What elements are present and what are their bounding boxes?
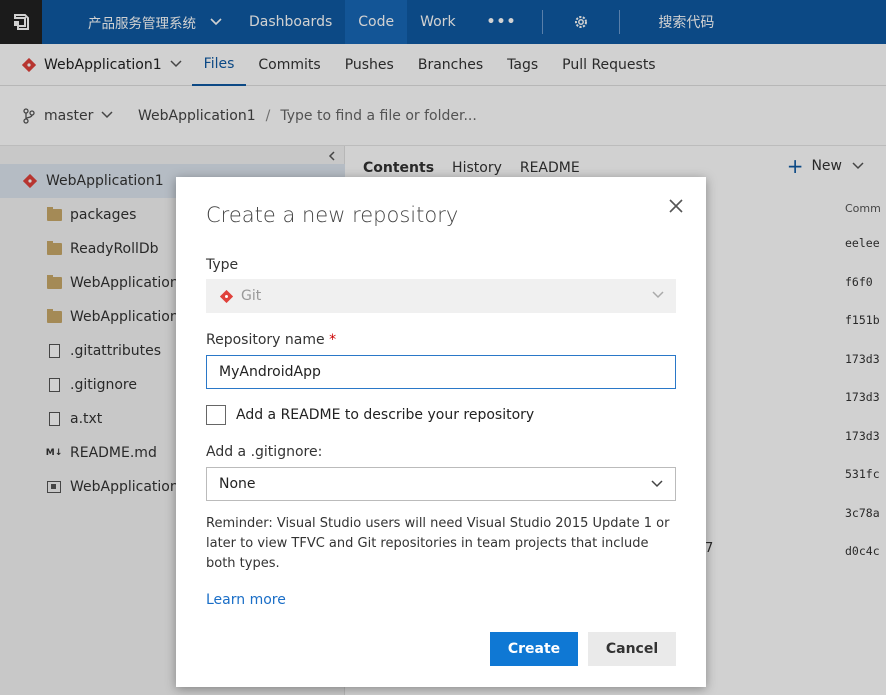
required-marker: *	[329, 332, 337, 348]
gitignore-value: None	[219, 476, 256, 492]
gitignore-select[interactable]: None	[206, 467, 676, 501]
gitignore-label: Add a .gitignore:	[206, 444, 323, 460]
dialog-title: Create a new repository	[206, 203, 459, 227]
chevron-down-icon	[651, 478, 663, 491]
create-button[interactable]: Create	[490, 632, 578, 666]
type-value: Git	[241, 288, 262, 304]
repository-name-input[interactable]	[206, 355, 676, 389]
readme-checkbox[interactable]	[206, 405, 226, 425]
git-icon	[220, 289, 233, 303]
type-select: Git	[206, 279, 676, 313]
repository-name-label-text: Repository name	[206, 332, 325, 348]
learn-more-link[interactable]: Learn more	[206, 592, 286, 608]
cancel-button[interactable]: Cancel	[588, 632, 676, 666]
create-repository-dialog: Create a new repository Type Git Reposit…	[176, 177, 706, 687]
reminder-text: Reminder: Visual Studio users will need …	[206, 516, 670, 571]
chevron-down-icon	[652, 289, 664, 302]
readme-option[interactable]: Add a README to describe your repository	[206, 405, 534, 425]
repository-name-label: Repository name *	[206, 332, 336, 348]
type-label: Type	[206, 257, 239, 273]
close-icon[interactable]	[668, 197, 684, 219]
readme-checkbox-label: Add a README to describe your repository	[236, 407, 535, 423]
